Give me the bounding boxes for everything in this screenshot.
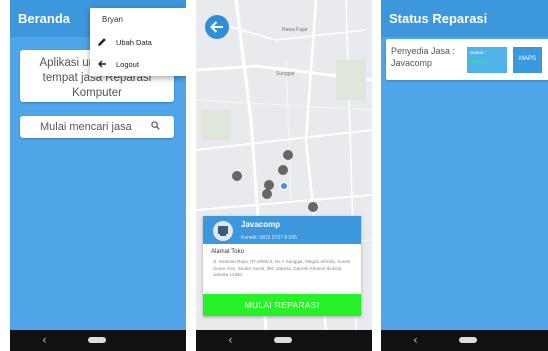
store-info-card: Javacomp Kontak: 0815 9737 8 556 Alamat … <box>203 216 361 316</box>
start-search-label: Mulai mencari jasa <box>40 121 132 133</box>
store-avatar <box>213 221 233 241</box>
system-nav-bar: ‹ <box>381 330 548 351</box>
menu-item-edit-data[interactable]: Ubah Data <box>90 33 186 53</box>
menu-item-edit-label: Ubah Data <box>116 38 152 47</box>
status-badge: Status : Diterima <box>467 47 507 73</box>
status-label: Status : <box>470 51 487 56</box>
provider-text: Penyedia Jasa : Javacomp <box>391 46 456 68</box>
store-name: Javacomp <box>241 220 281 229</box>
page-title: Beranda <box>18 11 71 26</box>
overflow-menu: Bryan Ubah Data Logout <box>90 8 186 76</box>
nav-home-icon[interactable] <box>274 337 292 343</box>
pencil-icon <box>98 38 106 46</box>
back-button[interactable] <box>205 15 229 39</box>
store-icon <box>218 226 228 236</box>
nav-back-icon[interactable]: ‹ <box>42 333 47 347</box>
system-nav-bar: ‹ <box>10 330 186 351</box>
page-title: Status Reparasi <box>389 11 488 26</box>
store-card-header: Javacomp Kontak: 0815 9737 8 556 <box>203 216 361 244</box>
arrow-left-icon <box>210 21 223 33</box>
arrow-left-icon <box>98 60 106 68</box>
menu-item-logout[interactable]: Logout <box>90 55 186 75</box>
menu-item-logout-label: Logout <box>116 60 139 69</box>
store-address: Jl. Sentosa Raya, RT.5/RW.5, No 7 Sungga… <box>213 259 351 277</box>
menu-user-name: Bryan <box>102 15 123 24</box>
repair-status-card: Penyedia Jasa : Javacomp Status : Diteri… <box>386 39 548 80</box>
store-address-label: Alamat Toko <box>211 249 244 255</box>
maps-button-label: MAPS <box>518 56 536 62</box>
nav-home-icon[interactable] <box>459 337 477 343</box>
app-bar: Status Reparasi <box>381 0 548 37</box>
start-repair-label: MULAI REPARASI <box>244 300 320 310</box>
start-search-button[interactable]: Mulai mencari jasa <box>20 116 174 138</box>
nav-home-icon[interactable] <box>88 337 106 343</box>
store-contact: Kontak: 0815 9737 8 556 <box>241 235 297 241</box>
start-repair-button[interactable]: MULAI REPARASI <box>203 294 361 316</box>
system-nav-bar: ‹ <box>196 330 372 351</box>
maps-button[interactable]: MAPS <box>513 47 542 73</box>
nav-back-icon[interactable]: ‹ <box>228 333 233 347</box>
repair-status-screen: Status Reparasi Penyedia Jasa : Javacomp… <box>381 0 548 351</box>
home-screen: Beranda Aplikasi untuk mencari tempat ja… <box>10 0 186 351</box>
map-screen: Rawa Fajar Sunggal Javacomp Kontak: 0815… <box>196 0 372 351</box>
search-icon <box>151 121 160 130</box>
map-label-sunggal: Sunggal <box>276 71 295 77</box>
nav-back-icon[interactable]: ‹ <box>413 333 418 347</box>
status-value: Diterima <box>470 60 488 65</box>
map-label-rawa-fajar: Rawa Fajar <box>282 27 308 33</box>
